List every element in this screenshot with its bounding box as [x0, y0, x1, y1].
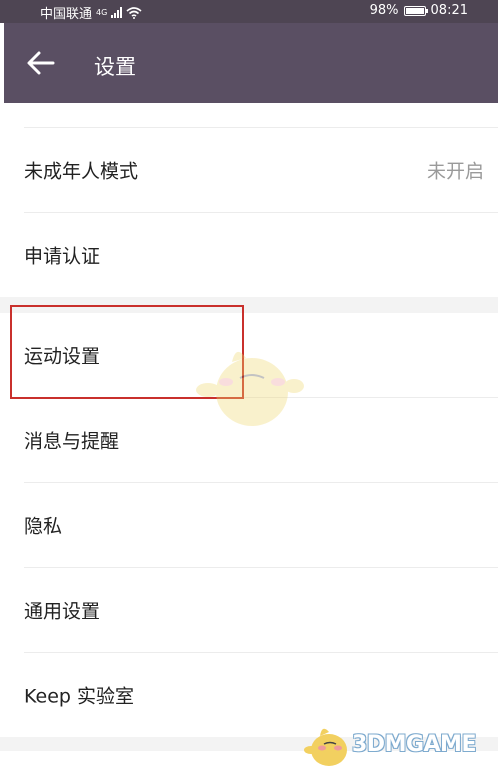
setting-keep-lab[interactable]: Keep 实验室 [24, 653, 498, 737]
battery-icon [403, 5, 428, 16]
setting-apply-verification[interactable]: 申请认证 [24, 213, 498, 297]
setting-general[interactable]: 通用设置 [24, 568, 498, 653]
list-top-divider [24, 103, 498, 128]
status-bar: 中国联通 4G 98% 08:21 [0, 0, 498, 23]
section-divider [0, 737, 498, 751]
carrier-label: 中国联通 [40, 7, 93, 22]
back-button[interactable] [26, 49, 56, 77]
setting-messages-reminders[interactable]: 消息与提醒 [24, 398, 498, 483]
arrow-left-icon [27, 51, 55, 75]
setting-label: 通用设置 [24, 600, 101, 623]
setting-privacy[interactable]: 隐私 [24, 483, 498, 568]
setting-value: 未开启 [426, 160, 484, 183]
battery-fill [405, 7, 424, 14]
setting-label: 申请认证 [24, 245, 101, 268]
battery-percent: 98% [369, 3, 399, 18]
setting-label: Keep 实验室 [24, 685, 134, 708]
wifi-icon [126, 6, 142, 19]
page-title: 设置 [94, 55, 136, 79]
setting-label: 运动设置 [24, 345, 101, 368]
setting-label: 消息与提醒 [24, 430, 120, 453]
network-type-label: 4G [96, 7, 108, 17]
clock: 08:21 [430, 3, 468, 18]
settings-list: 未成年人模式 未开启 申请认证 运动设置 消息与提醒 隐私 通用设置 Keep … [0, 103, 498, 751]
setting-minor-mode[interactable]: 未成年人模式 未开启 [24, 128, 498, 213]
app-bar: 设置 [4, 23, 498, 103]
setting-label: 隐私 [24, 515, 63, 538]
signal-icon [111, 7, 123, 18]
section-divider [0, 297, 498, 313]
setting-label: 未成年人模式 [24, 160, 139, 183]
setting-sport-settings[interactable]: 运动设置 [24, 313, 498, 398]
